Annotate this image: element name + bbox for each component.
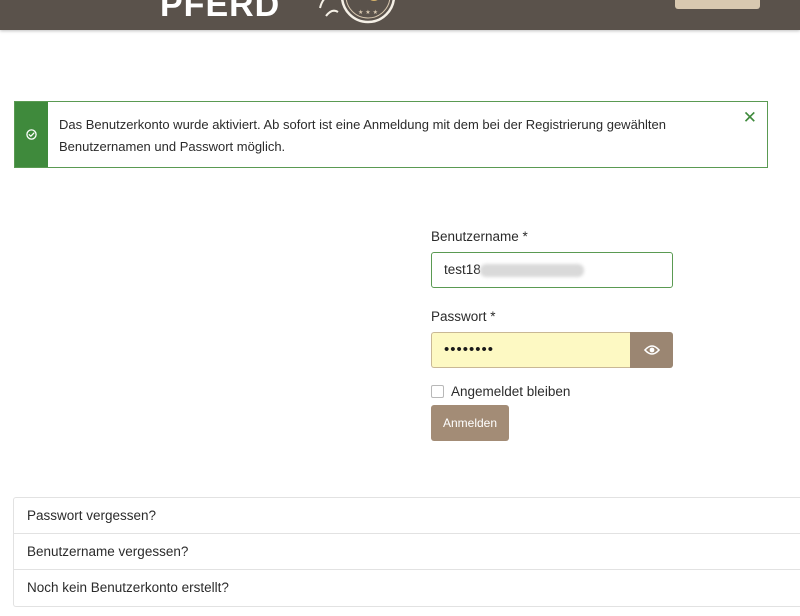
alert-message: Das Benutzerkonto wurde aktiviert. Ab so…: [59, 117, 666, 154]
remember-me-checkbox[interactable]: [431, 385, 444, 398]
site-header: PFERD ★ ★ ★: [0, 0, 800, 30]
success-alert: Das Benutzerkonto wurde aktiviert. Ab so…: [14, 101, 768, 168]
password-field[interactable]: ••••••••: [431, 332, 630, 368]
remember-me-label[interactable]: Angemeldet bleiben: [451, 384, 570, 399]
alert-close-button[interactable]: ✕: [743, 108, 757, 128]
eye-icon: [643, 345, 660, 355]
password-label: Passwort *: [431, 309, 496, 324]
forgot-password-link[interactable]: Passwort vergessen?: [14, 498, 800, 534]
login-form: Benutzername * test18 Passwort * •••••••…: [431, 228, 673, 441]
site-logo-text[interactable]: PFERD: [160, 0, 280, 22]
svg-text:★ ★ ★: ★ ★ ★: [358, 9, 378, 16]
username-value: test18: [444, 262, 481, 277]
username-label: Benutzername *: [431, 229, 528, 244]
register-account-link[interactable]: Noch kein Benutzerkonto erstellt?: [14, 570, 800, 606]
check-circle-icon: [26, 129, 37, 140]
login-button[interactable]: Anmelden: [431, 405, 509, 441]
anniversary-badge-icon: ★ ★ ★: [319, 0, 395, 24]
username-field[interactable]: test18: [431, 252, 673, 288]
show-password-button[interactable]: [630, 332, 673, 368]
alert-icon-stripe: [15, 102, 48, 167]
help-links-list: Passwort vergessen? Benutzername vergess…: [13, 497, 800, 607]
remember-me-row: Angemeldet bleiben: [431, 384, 673, 399]
password-field-group: ••••••••: [431, 332, 673, 368]
forgot-username-link[interactable]: Benutzername vergessen?: [14, 534, 800, 570]
redacted-username-blur: [480, 264, 584, 277]
header-action-button[interactable]: [675, 0, 760, 9]
